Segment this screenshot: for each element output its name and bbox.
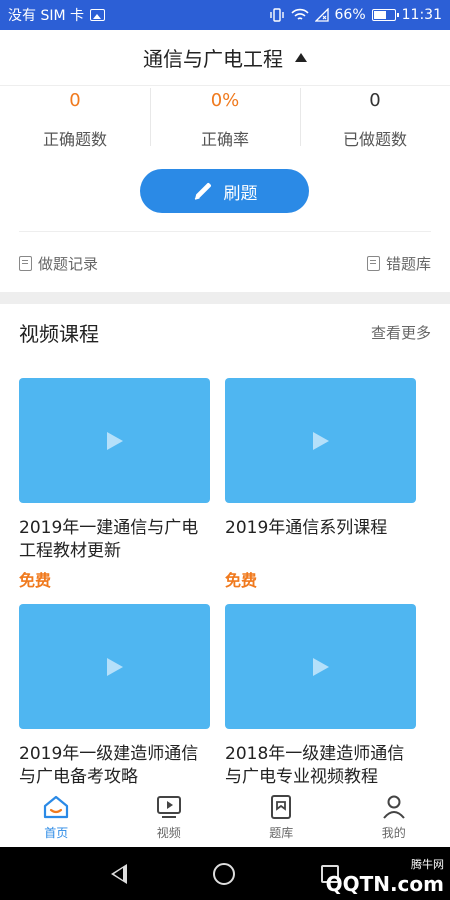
play-icon: [312, 431, 329, 450]
stat-accuracy: 0% 正确率: [150, 88, 300, 154]
view-more-link[interactable]: 查看更多: [371, 322, 431, 343]
course-title: 2019年一级建造师通信与广电备考攻略: [19, 744, 199, 787]
section-divider: [0, 292, 450, 304]
course-card[interactable]: 2019年一级建造师通信与广电备考攻略: [19, 604, 210, 789]
divider: [19, 231, 431, 232]
stat-value: 0: [369, 90, 381, 111]
course-thumbnail[interactable]: [225, 378, 416, 503]
subject-selector[interactable]: 通信与广电工程: [0, 30, 450, 86]
play-icon: [106, 657, 123, 676]
stat-correct-count: 0 正确题数: [0, 88, 150, 154]
video-icon: [156, 796, 181, 818]
section-title: 视频课程: [19, 321, 99, 346]
tab-label: 视频: [156, 826, 181, 840]
tab-label: 首页: [44, 826, 69, 840]
question-bank-icon: [271, 795, 292, 819]
page-title: 通信与广电工程: [143, 47, 283, 71]
back-icon[interactable]: [111, 863, 127, 884]
watermark-text: QQTN.com: [325, 872, 444, 896]
wrong-bank-link-label: 错题库: [385, 254, 431, 273]
tab-profile[interactable]: 我的: [338, 788, 450, 847]
practice-button-label: 刷题: [223, 183, 258, 204]
wrong-questions-icon: [366, 255, 380, 271]
stat-value: 0: [69, 90, 81, 111]
course-card[interactable]: 2019年通信系列课程 免费: [225, 378, 416, 591]
course-card[interactable]: 2018年一级建造师通信与广电专业视频教程: [225, 604, 416, 789]
carrier-text: 没有 SIM 卡: [8, 8, 84, 24]
video-section-header: 视频课程 查看更多: [19, 316, 431, 348]
wifi-icon: [290, 8, 309, 20]
stat-label: 正确率: [200, 130, 249, 149]
wrong-bank-link[interactable]: 错题库: [366, 253, 431, 274]
profile-icon: [382, 795, 405, 819]
course-thumbnail[interactable]: [19, 604, 210, 729]
tab-label: 我的: [381, 826, 406, 840]
tab-label: 题库: [269, 826, 294, 840]
tab-question-bank[interactable]: 题库: [225, 788, 338, 847]
clock: 11:31: [401, 7, 442, 23]
course-thumbnail[interactable]: [225, 604, 416, 729]
tab-home[interactable]: 首页: [0, 788, 113, 847]
course-title: 2019年一建通信与广电工程教材更新: [19, 518, 199, 561]
stat-value: 0%: [210, 90, 240, 111]
course-thumbnail[interactable]: [19, 378, 210, 503]
play-icon: [106, 431, 123, 450]
record-icon: [19, 255, 32, 271]
image-notification-icon: [90, 9, 105, 21]
home-icon: [44, 795, 69, 819]
course-price: 免费: [225, 571, 258, 590]
battery-icon: [371, 9, 399, 21]
pencil-icon: [194, 183, 211, 200]
course-price: 免费: [19, 571, 52, 590]
history-link-label: 做题记录: [38, 254, 99, 273]
watermark: 腾牛网 QQTN.com: [326, 856, 444, 896]
app-screen: 没有 SIM 卡 66% 11:31 通信与广电工程 0 正确题数 0% 正确率…: [0, 0, 450, 900]
caret-up-icon: [295, 53, 307, 62]
stat-done-count: 0 已做题数: [300, 88, 450, 154]
stat-label: 已做题数: [342, 130, 407, 149]
stat-label: 正确题数: [42, 130, 107, 149]
vibrate-icon: [269, 8, 284, 22]
home-button-icon[interactable]: [213, 862, 235, 885]
quick-links: 做题记录 错题库: [19, 246, 431, 280]
history-link[interactable]: 做题记录: [19, 253, 98, 274]
battery-percent: 66%: [334, 7, 366, 23]
practice-button[interactable]: 刷题: [140, 169, 309, 213]
course-title: 2019年通信系列课程: [225, 518, 388, 538]
course-card[interactable]: 2019年一建通信与广电工程教材更新 免费: [19, 378, 210, 591]
tab-video[interactable]: 视频: [113, 788, 226, 847]
stats-panel: 0 正确题数 0% 正确率 0 已做题数: [0, 88, 450, 154]
course-title: 2018年一级建造师通信与广电专业视频教程: [225, 744, 405, 787]
bottom-tab-bar: 首页 视频 题库 我的: [0, 788, 450, 847]
signal-off-icon: [314, 8, 329, 22]
status-bar: 没有 SIM 卡 66% 11:31: [0, 0, 450, 30]
play-icon: [312, 657, 329, 676]
watermark-subtext: 腾牛网: [411, 858, 444, 871]
